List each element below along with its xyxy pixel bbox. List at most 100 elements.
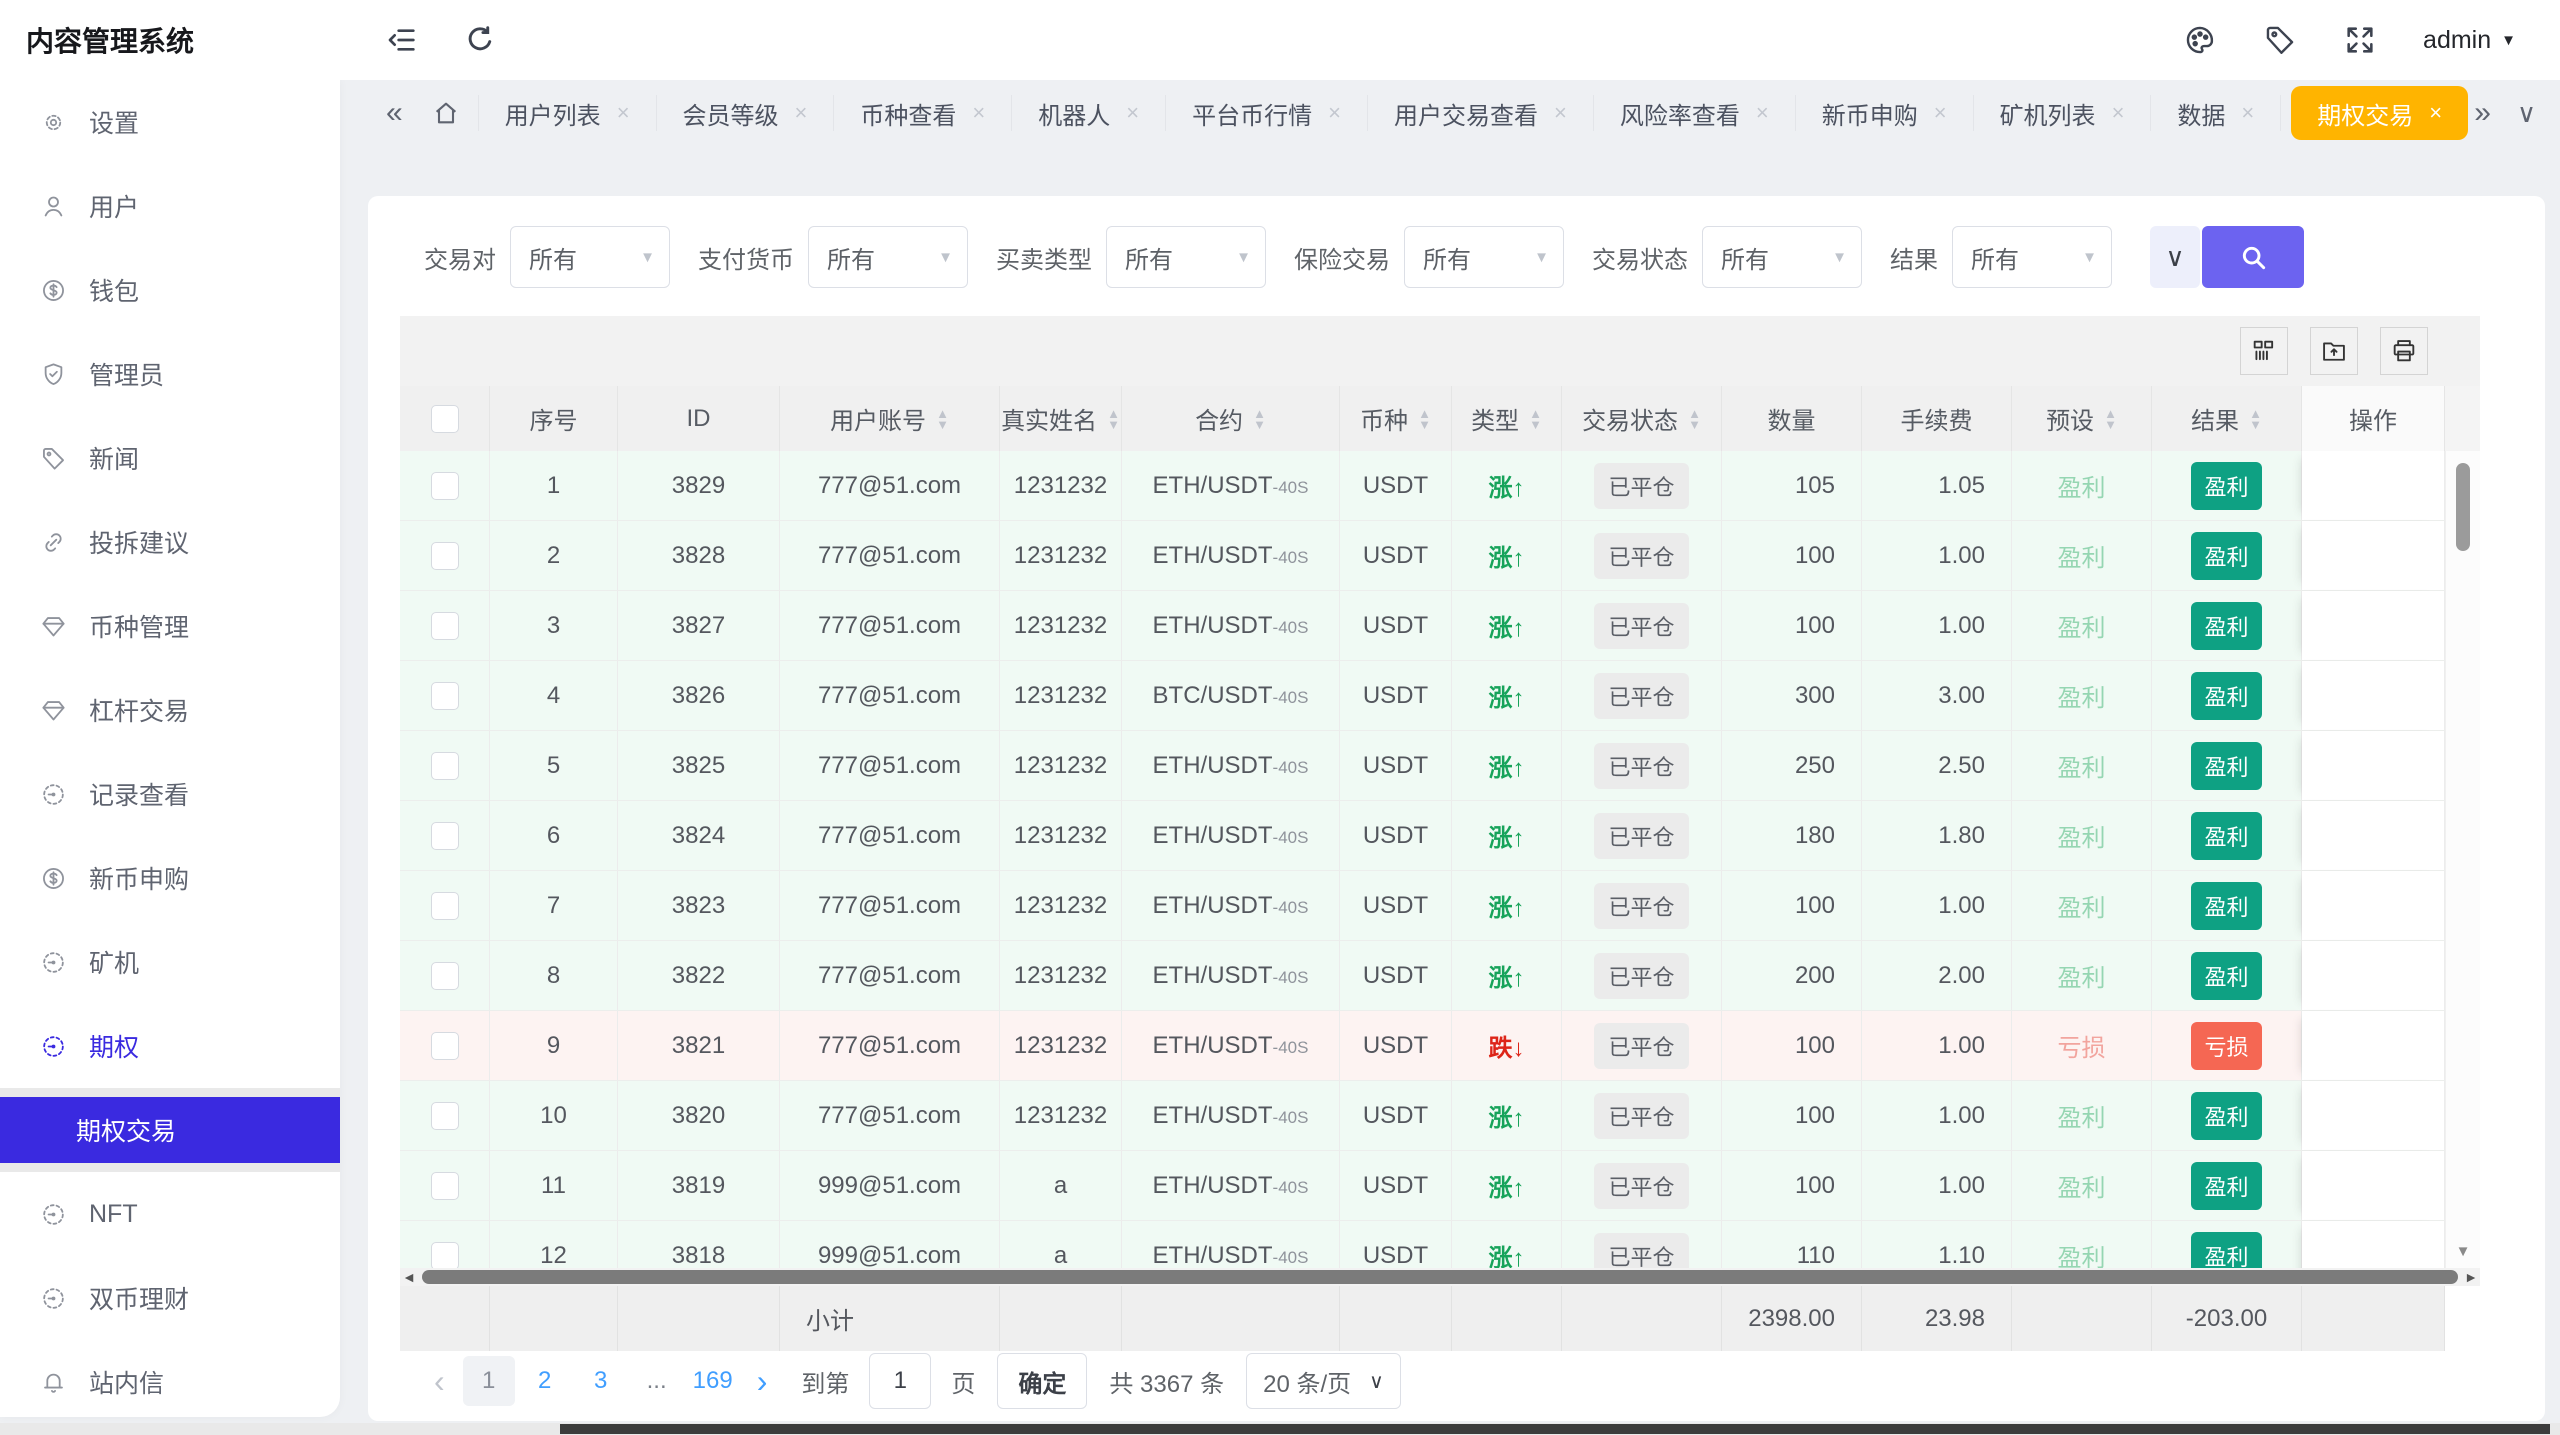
columns-button[interactable] [2240,327,2288,375]
sidebar-item[interactable]: 币种管理 [0,584,340,668]
sort-arrows-icon[interactable]: ▲▼ [1688,408,1701,430]
sidebar-item[interactable]: 双币理财 [0,1256,340,1340]
row-checkbox[interactable] [431,1032,459,1060]
sidebar-item[interactable]: 杠杆交易 [0,668,340,752]
column-header-status[interactable]: 交易状态▲▼ [1562,386,1722,451]
row-checkbox[interactable] [431,1102,459,1130]
column-header-contract[interactable]: 合约▲▼ [1122,386,1340,451]
sidebar-item[interactable]: 用户 [0,164,340,248]
scroll-left-icon[interactable]: ◄ [400,1269,418,1285]
sort-arrows-icon[interactable]: ▲▼ [1253,408,1266,430]
tab-item[interactable]: 会员等级× [657,95,835,131]
filter-select[interactable]: 所有▼ [1702,226,1862,288]
close-icon[interactable]: × [2429,100,2442,126]
tab-item[interactable]: 矿机列表× [1974,95,2152,131]
close-icon[interactable]: × [795,100,808,126]
column-header-realname[interactable]: 真实姓名▲▼ [1000,386,1122,451]
tab-home[interactable] [415,95,479,131]
tabs-dropdown-icon[interactable]: ∨ [2517,98,2536,129]
sidebar-subitem-highlight[interactable]: 期权交易 [0,1097,340,1163]
page-number-169[interactable]: 169 [687,1356,739,1406]
filter-select[interactable]: 所有▼ [808,226,968,288]
print-button[interactable] [2380,327,2428,375]
page-number-1[interactable]: 1 [463,1356,515,1406]
filter-select[interactable]: 所有▼ [1404,226,1564,288]
tab-item[interactable]: 用户交易查看× [1368,95,1594,131]
page-number-2[interactable]: 2 [519,1356,571,1406]
close-icon[interactable]: × [1934,100,1947,126]
tab-item[interactable]: 数据× [2151,95,2281,131]
sidebar-item[interactable]: 矿机 [0,920,340,1004]
column-header-result[interactable]: 结果▲▼ [2152,386,2302,451]
vertical-scrollbar-thumb[interactable] [2456,463,2470,551]
sidebar-item[interactable]: NFT [0,1172,340,1256]
sort-arrows-icon[interactable]: ▲▼ [936,408,949,430]
next-page-icon[interactable]: › [747,1363,778,1400]
sidebar-item[interactable]: 期权 [0,1004,340,1088]
row-checkbox[interactable] [431,822,459,850]
sidebar-item[interactable]: 钱包 [0,248,340,332]
filter-select[interactable]: 所有▼ [510,226,670,288]
sort-arrows-icon[interactable]: ▲▼ [2104,408,2117,430]
tab-item[interactable]: 期权交易× [2291,86,2468,140]
sort-arrows-icon[interactable]: ▲▼ [1107,408,1120,430]
refresh-icon[interactable] [464,24,496,56]
page-horizontal-scrollbar-thumb[interactable] [560,1424,2550,1434]
prev-page-icon[interactable]: ‹ [424,1363,455,1400]
goto-confirm-button[interactable]: 确定 [997,1353,1087,1409]
scroll-right-icon[interactable]: ► [2462,1269,2480,1285]
page-size-select[interactable]: 20 条/页 ∨ [1246,1353,1401,1409]
column-header-account[interactable]: 用户账号▲▼ [780,386,1000,451]
vertical-scrollbar[interactable]: ▼ [2445,451,2480,1268]
row-checkbox[interactable] [431,472,459,500]
tab-item[interactable]: 风险率查看× [1594,95,1796,131]
column-header-currency[interactable]: 币种▲▼ [1340,386,1452,451]
horizontal-scrollbar-thumb[interactable] [422,1270,2458,1284]
row-checkbox[interactable] [431,962,459,990]
row-checkbox[interactable] [431,1242,459,1269]
tabs-scroll-left-icon[interactable]: « [374,96,415,130]
filter-select[interactable]: 所有▼ [1952,226,2112,288]
row-checkbox[interactable] [431,752,459,780]
palette-icon[interactable] [2183,23,2217,57]
close-icon[interactable]: × [2241,100,2254,126]
sort-arrows-icon[interactable]: ▲▼ [1529,408,1542,430]
sidebar-item[interactable]: 管理员 [0,332,340,416]
sort-arrows-icon[interactable]: ▲▼ [2249,408,2262,430]
page-number-3[interactable]: 3 [575,1356,627,1406]
export-button[interactable] [2310,327,2358,375]
sidebar-item[interactable]: 站内信 [0,1340,340,1417]
row-checkbox[interactable] [431,542,459,570]
tabs-scroll-right-icon[interactable]: » [2474,96,2491,130]
sidebar-item[interactable]: 新币申购 [0,836,340,920]
row-checkbox[interactable] [431,1172,459,1200]
sidebar-item[interactable]: 新闻 [0,416,340,500]
user-menu[interactable]: admin ▼ [2423,26,2516,55]
sidebar-item[interactable]: 设置 [0,80,340,164]
fullscreen-icon[interactable] [2343,23,2377,57]
close-icon[interactable]: × [617,100,630,126]
row-checkbox[interactable] [431,612,459,640]
tab-item[interactable]: 用户列表× [479,95,657,131]
menu-fold-icon[interactable] [386,24,418,56]
tab-item[interactable]: 平台币行情× [1166,95,1368,131]
goto-page-input[interactable] [869,1353,931,1409]
sort-arrows-icon[interactable]: ▲▼ [1418,408,1431,430]
close-icon[interactable]: × [2112,100,2125,126]
sidebar-item[interactable]: 记录查看 [0,752,340,836]
tag-icon[interactable] [2263,23,2297,57]
column-header-preset[interactable]: 预设▲▼ [2012,386,2152,451]
tab-item[interactable]: 币种查看× [834,95,1012,131]
sidebar-item[interactable]: 投拆建议 [0,500,340,584]
select-all-checkbox[interactable] [431,405,459,433]
filters-expand-button[interactable]: ∨ [2150,226,2200,288]
close-icon[interactable]: × [1554,100,1567,126]
scroll-down-icon[interactable]: ▼ [2446,1243,2480,1260]
page-horizontal-scrollbar[interactable] [0,1423,2560,1435]
horizontal-scrollbar[interactable]: ◄ ► [400,1268,2480,1286]
row-checkbox[interactable] [431,892,459,920]
sidebar-subitem-active[interactable]: 期权交易 [0,1088,340,1172]
row-checkbox[interactable] [431,682,459,710]
tab-item[interactable]: 新币申购× [1796,95,1974,131]
column-header-type[interactable]: 类型▲▼ [1452,386,1562,451]
